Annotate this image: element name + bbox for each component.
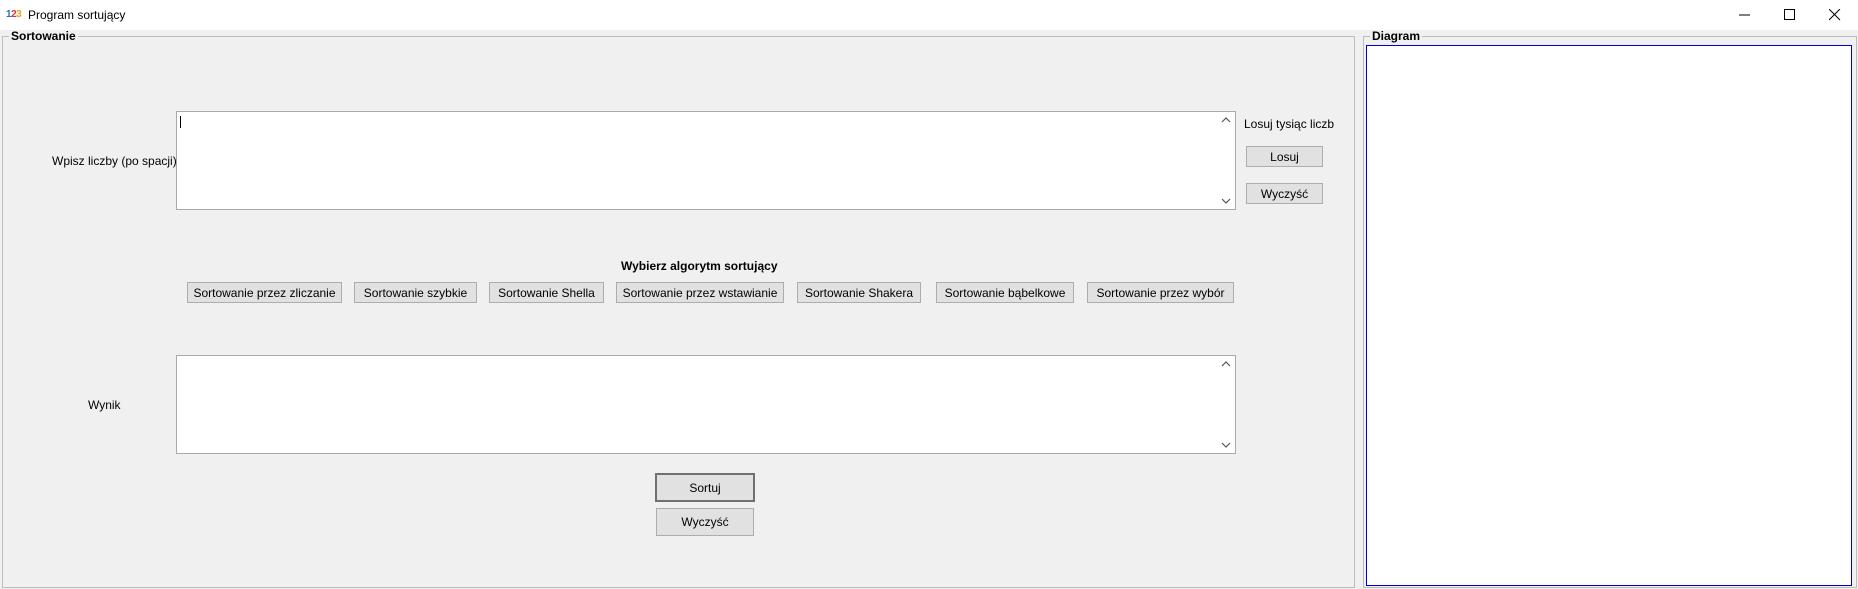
close-button[interactable] (1812, 0, 1858, 30)
algorithm-button-bubble[interactable]: Sortowanie bąbelkowe (936, 282, 1074, 303)
scroll-up-icon[interactable] (1219, 114, 1233, 126)
diagram-group-title: Diagram (1370, 29, 1423, 43)
random-label: Losuj tysiąc liczb (1244, 117, 1335, 131)
app-icon: 123 (6, 9, 22, 20)
algorithm-button-selection[interactable]: Sortowanie przez wybór (1087, 282, 1234, 303)
sorting-group-title: Sortowanie (9, 29, 78, 43)
title-bar[interactable]: 123 Program sortujący (0, 0, 1858, 30)
maximize-icon (1784, 9, 1795, 20)
scroll-down-icon[interactable] (1219, 195, 1233, 207)
sort-button[interactable]: Sortuj (655, 473, 755, 502)
window-title: Program sortujący (28, 8, 126, 22)
clear-input-button[interactable]: Wyczyść (1246, 183, 1323, 204)
diagram-panel (1366, 45, 1852, 586)
result-label: Wynik (88, 398, 121, 412)
algorithm-button-quick[interactable]: Sortowanie szybkie (354, 282, 477, 303)
result-output[interactable] (176, 355, 1236, 454)
algorithm-button-shell[interactable]: Sortowanie Shella (489, 282, 604, 303)
algorithm-button-shaker[interactable]: Sortowanie Shakera (797, 282, 921, 303)
numbers-input[interactable] (176, 111, 1236, 210)
minimize-button[interactable] (1722, 0, 1768, 30)
text-caret (180, 116, 181, 128)
maximize-button[interactable] (1767, 0, 1813, 30)
minimize-icon (1739, 14, 1750, 16)
scroll-up-icon[interactable] (1219, 358, 1233, 370)
scroll-down-icon[interactable] (1219, 439, 1233, 451)
random-button[interactable]: Losuj (1246, 146, 1323, 167)
input-label: Wpisz liczby (po spacji) (52, 154, 177, 168)
clear-result-button[interactable]: Wyczyść (656, 508, 754, 536)
close-icon (1829, 9, 1841, 21)
algorithm-heading: Wybierz algorytm sortujący (621, 259, 778, 273)
algorithm-button-counting[interactable]: Sortowanie przez zliczanie (187, 282, 342, 303)
algorithm-button-insertion[interactable]: Sortowanie przez wstawianie (616, 282, 784, 303)
